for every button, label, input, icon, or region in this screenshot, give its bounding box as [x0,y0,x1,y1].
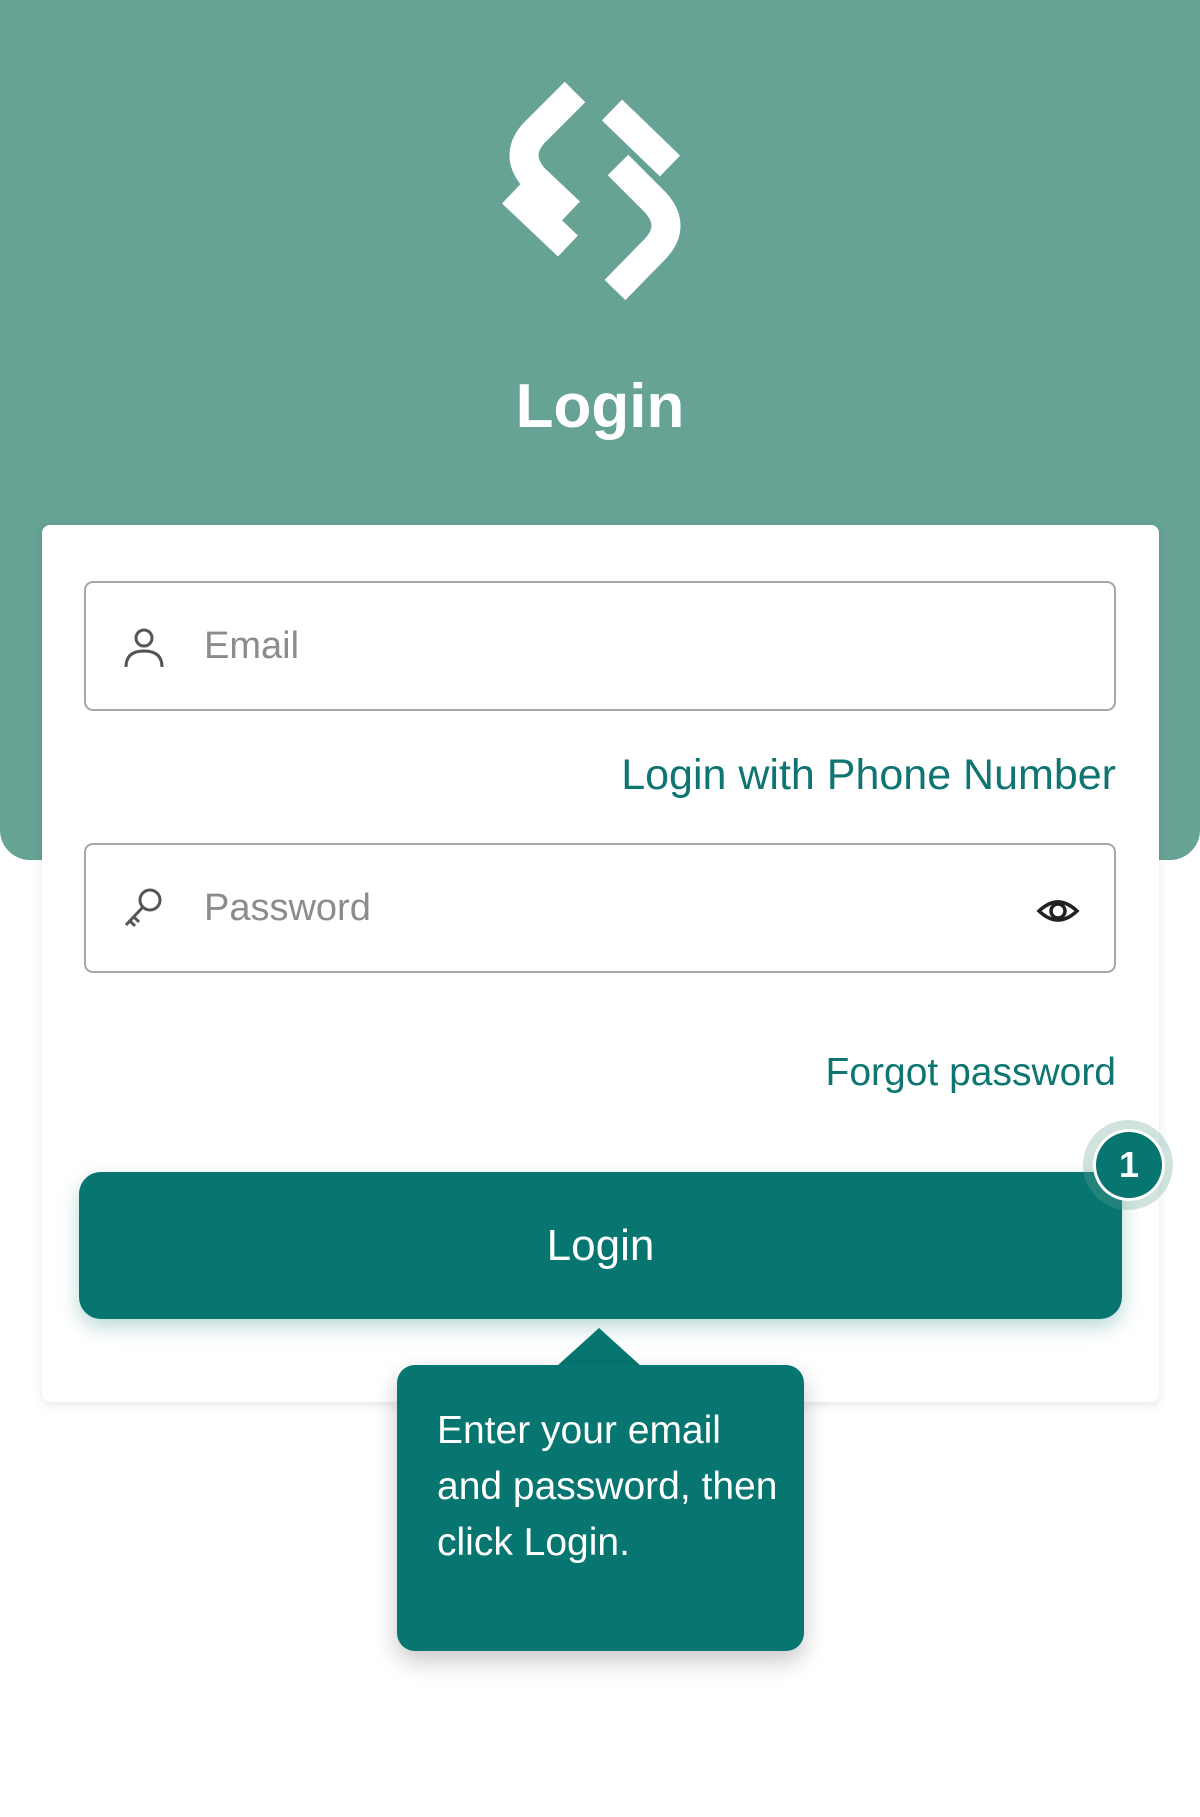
brand-s-logo-icon [502,81,681,301]
password-field[interactable] [84,843,1116,973]
login-card: Login with Phone Number Forgot password … [42,525,1159,1402]
user-icon [124,628,164,668]
forgot-password-link[interactable]: Forgot password [826,1050,1116,1096]
page-title: Login [515,372,685,441]
login-page: Login Login with Phone Number Forgot pas… [0,0,1200,1817]
email-input[interactable] [204,603,1024,689]
login-button[interactable]: Login [79,1172,1122,1319]
eye-icon[interactable] [1036,889,1080,933]
tour-step-badge: 1 [1096,1132,1162,1198]
password-input[interactable] [204,865,1024,951]
key-icon [124,888,162,928]
email-field[interactable] [84,581,1116,711]
tour-tooltip: Enter your email and password, then clic… [397,1365,804,1651]
login-with-phone-link[interactable]: Login with Phone Number [621,750,1116,800]
tooltip-arrow [557,1328,641,1366]
tooltip-text: Enter your email and password, then clic… [437,1409,778,1564]
